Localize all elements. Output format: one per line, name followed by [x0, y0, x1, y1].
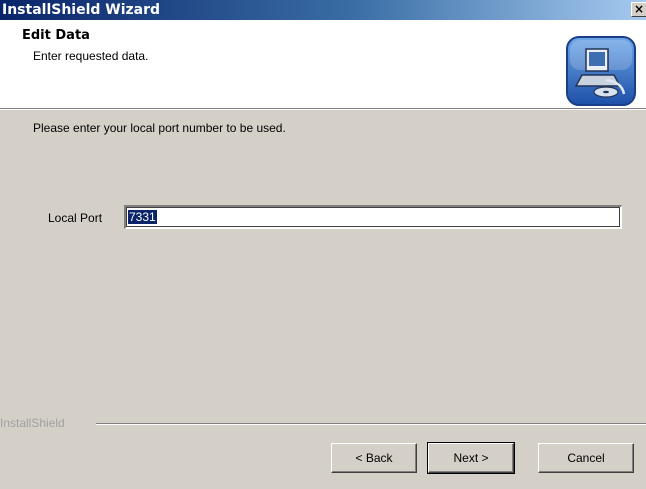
- cancel-button[interactable]: Cancel: [538, 443, 634, 473]
- installshield-brand-label: InstallShield: [0, 416, 65, 430]
- installshield-wizard-window: InstallShield Wizard × Edit Data Enter r…: [0, 0, 646, 489]
- header-title: Edit Data: [22, 28, 90, 43]
- close-icon: ×: [633, 2, 645, 16]
- local-port-input[interactable]: 7331: [124, 205, 622, 229]
- back-button[interactable]: < Back: [331, 443, 417, 473]
- window-title: InstallShield Wizard: [2, 2, 161, 18]
- instruction-text: Please enter your local port number to b…: [33, 121, 286, 135]
- local-port-label: Local Port: [48, 211, 103, 225]
- footer-separator-highlight: [96, 424, 646, 425]
- title-bar[interactable]: InstallShield Wizard ×: [0, 0, 646, 20]
- close-button[interactable]: ×: [631, 2, 646, 17]
- wizard-header: Edit Data Enter requested data.: [0, 20, 646, 108]
- header-subtitle: Enter requested data.: [33, 49, 149, 63]
- next-button[interactable]: Next >: [427, 442, 515, 474]
- local-port-value: 7331: [128, 210, 157, 224]
- computer-setup-icon: [566, 36, 636, 106]
- header-separator-highlight: [0, 109, 646, 110]
